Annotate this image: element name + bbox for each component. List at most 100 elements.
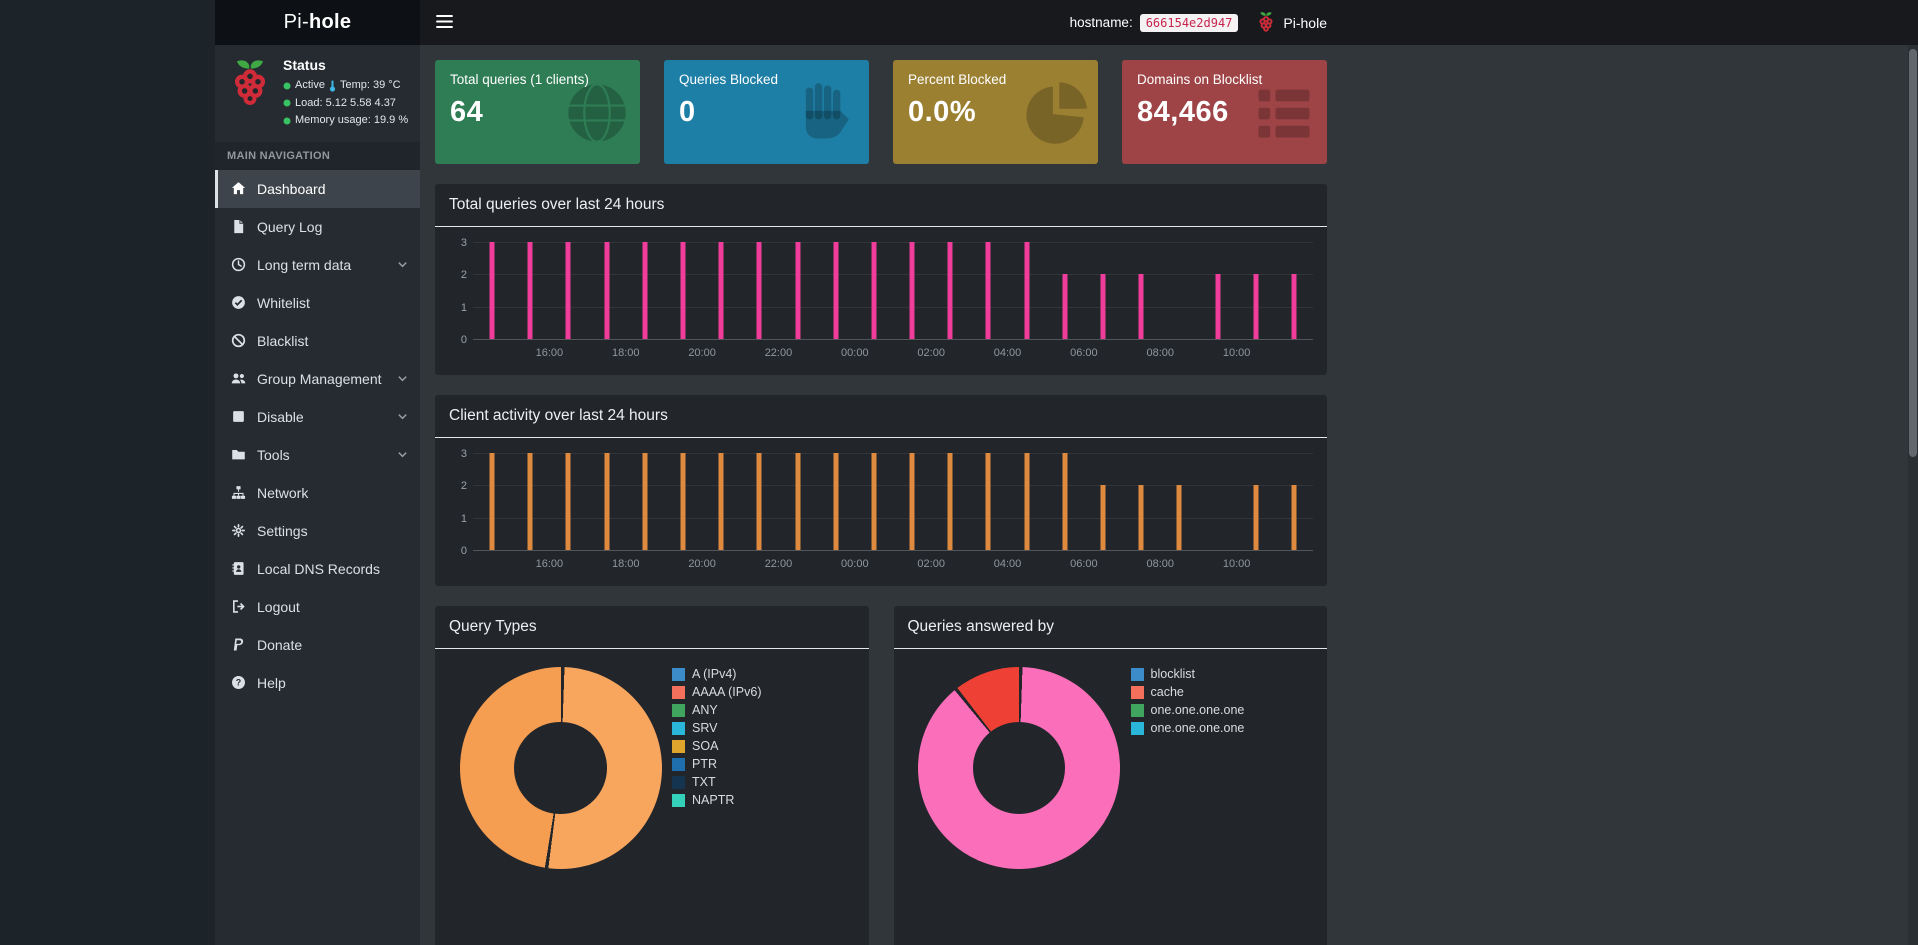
- bar: [1176, 485, 1182, 550]
- query-types-donut[interactable]: [459, 667, 662, 869]
- sidebar-item-label: Query Log: [257, 218, 323, 235]
- bar: [604, 453, 610, 550]
- bar: [756, 242, 762, 339]
- legend-item[interactable]: PTR: [672, 757, 854, 771]
- legend-label: ANY: [692, 703, 718, 717]
- x-tick-label: 02:00: [917, 558, 945, 570]
- queries-over-time-chart[interactable]: 0 1 2 3: [461, 237, 1313, 346]
- x-tick-label: 18:00: [611, 558, 640, 570]
- sidebar-item-network[interactable]: Network: [215, 474, 420, 512]
- app-logo[interactable]: Pi-hole: [215, 0, 420, 45]
- sidebar-item-label: Local DNS Records: [257, 560, 380, 577]
- bottom-row: Query Types A (IPv4) AAAA (IPv6) ANY SRV SOA…: [435, 586, 1327, 945]
- svg-text:?: ?: [236, 678, 241, 688]
- bar: [1024, 453, 1030, 550]
- bar: [871, 453, 877, 550]
- sidebar-item-long-term-data[interactable]: Long term data: [215, 246, 420, 284]
- sidebar-item-label: Network: [257, 484, 309, 501]
- bar: [489, 242, 495, 339]
- sidebar-item-blacklist[interactable]: Blacklist: [215, 322, 420, 360]
- legend-label: TXT: [692, 775, 716, 789]
- sidebar-item-tools[interactable]: Tools: [215, 436, 420, 474]
- bar: [1138, 485, 1144, 550]
- stat-card-label: Queries Blocked: [679, 72, 779, 87]
- y-tick-label: 3: [460, 237, 467, 249]
- sidebar-item-label: Whitelist: [257, 294, 310, 311]
- legend-label: blocklist: [1150, 667, 1195, 681]
- legend-item[interactable]: blocklist: [1130, 667, 1313, 681]
- legend-item[interactable]: A (IPv4): [672, 667, 854, 681]
- queries-answered-legend: blocklist cache one.one.one.one one.one.one…: [1130, 659, 1313, 869]
- scrollbar-track[interactable]: [1908, 45, 1918, 945]
- bar: [565, 242, 571, 339]
- legend-item[interactable]: SRV: [672, 721, 854, 735]
- sign-out-icon: [230, 599, 247, 614]
- x-tick-label: 10:00: [1222, 558, 1251, 570]
- legend-swatch: [672, 721, 686, 735]
- bar: [795, 453, 801, 550]
- status-title: Status: [283, 57, 326, 73]
- hostname-value: 666154e2d947: [1139, 13, 1239, 32]
- legend-item[interactable]: ANY: [672, 703, 854, 717]
- legend-label: one.one.one.one: [1150, 703, 1245, 717]
- y-tick-label: 3: [460, 448, 467, 460]
- sidebar-item-query-log[interactable]: Query Log: [215, 208, 420, 246]
- sidebar-item-local-dns-records[interactable]: Local DNS Records: [215, 550, 420, 588]
- sidebar-item-donate[interactable]: Donate: [215, 626, 420, 664]
- legend-item[interactable]: one.one.one.one: [1130, 721, 1313, 735]
- legend-swatch: [1130, 703, 1144, 717]
- legend-swatch: [672, 775, 686, 789]
- bar: [871, 242, 877, 339]
- sidebar-item-logout[interactable]: Logout: [215, 588, 420, 626]
- legend-item[interactable]: cache: [1130, 685, 1313, 699]
- sidebar-item-group-management[interactable]: Group Management: [215, 360, 420, 398]
- sidebar-item-dashboard[interactable]: Dashboard: [215, 169, 420, 208]
- bar: [833, 453, 839, 550]
- x-axis: 16:00 18:00 20:00 22:00 00:00 02:00 04:00 06:00…: [473, 556, 1313, 574]
- bar: [1215, 274, 1221, 339]
- sidebar-item-whitelist[interactable]: Whitelist: [215, 284, 420, 322]
- y-tick-label: 1: [460, 512, 467, 525]
- bar: [604, 242, 610, 339]
- legend-item[interactable]: SOA: [672, 739, 854, 753]
- panel-body: 0 1 2 3 16:00 18:00 20:00 22:00 00:00 02:00 04:00…: [435, 438, 1327, 586]
- bar: [756, 453, 762, 550]
- gridline: [473, 550, 1313, 551]
- gridline: [473, 339, 1313, 340]
- scrollbar-thumb[interactable]: [1909, 49, 1917, 457]
- bar: [909, 453, 915, 550]
- legend-swatch: [1130, 685, 1144, 699]
- y-tick-label: 2: [460, 480, 467, 493]
- summary-cards: Total queries (1 clients) 64 Queries Block…: [435, 60, 1327, 164]
- stat-card-value: 84,466: [1137, 96, 1229, 128]
- chevron-down-icon: [397, 373, 408, 384]
- x-axis: 16:00 18:00 20:00 22:00 00:00 02:00 04:00 06:00…: [473, 345, 1313, 363]
- x-tick-label: 08:00: [1146, 558, 1175, 570]
- sidebar-item-disable[interactable]: Disable: [215, 398, 420, 436]
- status-lines: Active Temp: 39 °C Load: 5.12 5.58 4.37 Mem…: [283, 77, 408, 130]
- status-row: Load: 5.12 5.58 4.37: [283, 95, 408, 113]
- legend-item[interactable]: TXT: [672, 775, 854, 789]
- sidebar-item-settings[interactable]: Settings: [215, 512, 420, 550]
- stat-card-label: Domains on Blocklist: [1137, 72, 1263, 87]
- top-navbar: Pi-hole hostname: 666154e2d947 Pi-hole: [215, 0, 1918, 45]
- client-activity-chart[interactable]: 0 1 2 3: [461, 448, 1313, 557]
- pihole-logo-icon: [227, 57, 273, 130]
- sidebar-item-help[interactable]: ? Help: [215, 664, 420, 702]
- stat-card-3: Domains on Blocklist 84,466: [1122, 60, 1327, 164]
- bar: [527, 242, 533, 339]
- stat-card-0: Total queries (1 clients) 64: [435, 60, 640, 164]
- x-tick-label: 00:00: [841, 558, 869, 570]
- address-book-icon: [230, 561, 247, 576]
- bar: [680, 242, 686, 339]
- status-info: Status Active Temp: 39 °C Load: 5.12 5.58 …: [283, 57, 408, 130]
- sidebar-item-label: Long term data: [257, 256, 352, 273]
- queries-answered-donut[interactable]: [918, 667, 1120, 869]
- x-tick-label: 08:00: [1146, 347, 1175, 359]
- legend-item[interactable]: AAAA (IPv6): [672, 685, 854, 699]
- sidebar-toggle-button[interactable]: [420, 0, 469, 46]
- legend-item[interactable]: one.one.one.one: [1130, 703, 1313, 717]
- bar: [642, 453, 648, 550]
- question-icon: ?: [230, 675, 247, 690]
- legend-item[interactable]: NAPTR: [672, 793, 854, 807]
